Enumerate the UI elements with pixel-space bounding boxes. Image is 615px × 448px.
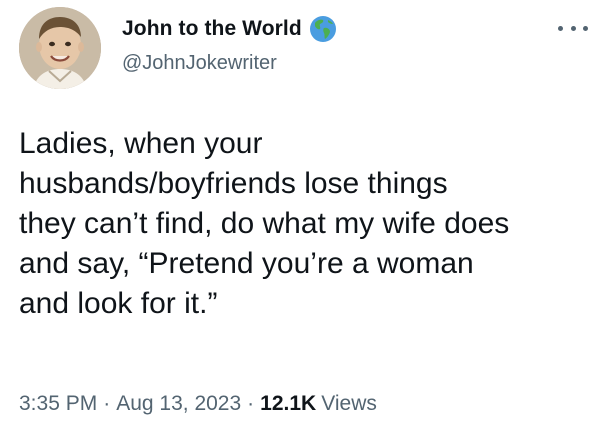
tweet-text: Ladies, when your husbands/boyfriends lo… bbox=[19, 124, 609, 324]
more-dot bbox=[570, 25, 576, 31]
tweet-text-line: husbands/boyfriends lose things bbox=[19, 167, 448, 200]
more-dot bbox=[558, 25, 563, 31]
globe-americas-icon bbox=[309, 16, 336, 42]
tweet-time-link[interactable]: 3:35 PM bbox=[19, 392, 97, 416]
tweet-date-link[interactable]: Aug 13, 2023 bbox=[116, 392, 241, 416]
tweet-card: John to the World @JohnJokewriter Ladies… bbox=[0, 0, 615, 448]
author-name-row: John to the World bbox=[122, 14, 338, 44]
avatar[interactable] bbox=[19, 7, 101, 89]
views-label: Views bbox=[321, 392, 377, 415]
tweet-text-line: Ladies, when your bbox=[19, 127, 263, 160]
more-dot bbox=[583, 25, 588, 31]
child-photo-avatar-icon bbox=[19, 7, 101, 89]
more-options-icon[interactable] bbox=[558, 18, 588, 38]
tweet-meta: 3:35 PM · Aug 13, 2023 · 12.1K Views bbox=[19, 392, 377, 416]
meta-separator: · bbox=[103, 392, 111, 415]
tweet-text-line: they can’t find, do what my wife does bbox=[19, 207, 510, 240]
author-handle[interactable]: @JohnJokewriter bbox=[122, 52, 277, 75]
tweet-text-line: and look for it.” bbox=[19, 287, 218, 320]
author-display-name[interactable]: John to the World bbox=[122, 17, 302, 41]
views-count[interactable]: 12.1K bbox=[260, 392, 316, 416]
meta-separator: · bbox=[247, 392, 255, 415]
tweet-text-line: and say, “Pretend you’re a woman bbox=[19, 247, 474, 280]
